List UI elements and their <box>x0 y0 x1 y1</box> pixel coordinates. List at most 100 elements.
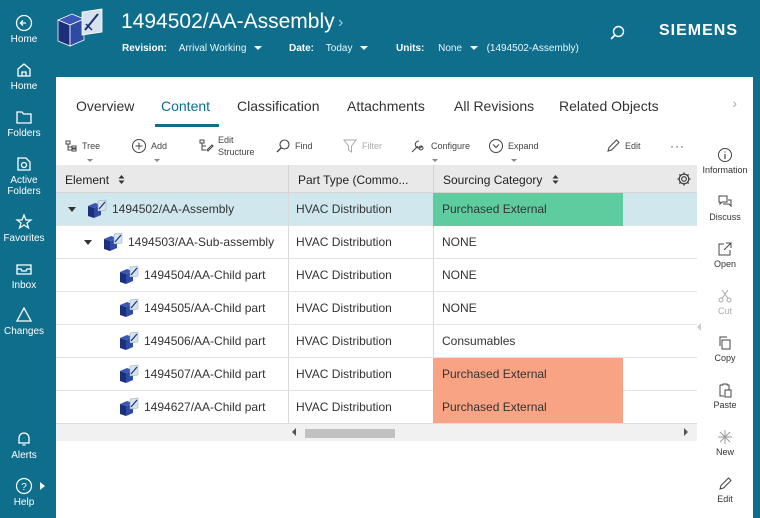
find-button[interactable]: Find <box>275 129 313 163</box>
nav-label: Home <box>10 34 38 45</box>
element-cell[interactable]: 1494505/AA-Child part <box>144 292 284 325</box>
part-type-cell[interactable]: HVAC Distribution <box>296 325 431 358</box>
nav-folders[interactable]: Folders <box>0 108 48 139</box>
right-rail: Information Discuss Open Cut Copy Paste … <box>697 129 753 518</box>
nav-label: Folders <box>7 128 41 139</box>
scroll-left-icon[interactable] <box>292 428 296 436</box>
edit-structure-icon <box>199 139 214 152</box>
rail-label: Copy <box>714 353 736 363</box>
table-row[interactable]: 1494627/AA-Child part HVAC Distribution Pu… <box>56 391 697 424</box>
sort-icon[interactable] <box>552 174 559 185</box>
scrollbar-thumb[interactable] <box>305 429 395 438</box>
rail-open[interactable]: Open <box>697 241 753 269</box>
column-header-element[interactable]: Element <box>56 165 288 193</box>
nav-inbox[interactable]: Inbox <box>0 260 48 291</box>
sourcing-category-cell[interactable]: NONE <box>433 292 623 325</box>
table-row[interactable]: 1494505/AA-Child part HVAC Distribution NO… <box>56 292 697 325</box>
part-type-cell[interactable]: HVAC Distribution <box>296 193 431 226</box>
units-selector[interactable]: Units: None (1494502-Assembly) <box>396 43 579 54</box>
column-title: Part Type (Commo... <box>298 173 409 187</box>
tab-overview[interactable]: Overview <box>76 98 134 114</box>
rail-edit[interactable]: Edit <box>697 476 753 504</box>
element-cell[interactable]: 1494627/AA-Child part <box>144 391 284 424</box>
rail-collapse-icon[interactable] <box>697 323 701 331</box>
sourcing-category-cell[interactable]: Consumables <box>433 325 623 358</box>
date-label: Date: <box>289 43 315 54</box>
rail-discuss[interactable]: Discuss <box>697 194 753 222</box>
nav-expand-arrow[interactable] <box>40 482 45 490</box>
tab-classification[interactable]: Classification <box>237 98 319 114</box>
open-icon <box>718 242 732 256</box>
table-row[interactable]: 1494507/AA-Child part HVAC Distribution Pu… <box>56 358 697 391</box>
page-title: 1494502/AA-Assembly <box>121 10 335 33</box>
edit-structure-button[interactable]: Edit Structure <box>198 129 255 163</box>
expand-button[interactable]: Expand <box>488 129 539 163</box>
element-cell[interactable]: 1494506/AA-Child part <box>144 325 284 358</box>
tab-attachments[interactable]: Attachments <box>347 98 425 114</box>
rail-information[interactable]: Information <box>697 147 753 175</box>
filter-button[interactable]: Filter <box>342 129 382 163</box>
nav-home[interactable]: Home <box>0 61 48 92</box>
nav-label: Favorites <box>3 233 45 244</box>
column-header-sourcing-category[interactable]: Sourcing Category <box>433 165 697 193</box>
part-icon <box>118 330 140 355</box>
part-type-cell[interactable]: HVAC Distribution <box>296 391 431 424</box>
collapse-toggle-icon[interactable] <box>84 240 92 245</box>
help-icon: ? <box>15 477 33 495</box>
configure-button[interactable]: Configure <box>409 129 470 163</box>
nav-home-circle[interactable]: Home <box>0 14 48 45</box>
part-type-cell[interactable]: HVAC Distribution <box>296 259 431 292</box>
horizontal-scrollbar[interactable] <box>56 423 697 441</box>
find-icon <box>276 139 290 153</box>
tab-content[interactable]: Content <box>161 98 210 114</box>
part-icon <box>118 297 140 322</box>
column-header-part-type[interactable]: Part Type (Commo... <box>288 165 433 193</box>
nav-active-folders[interactable]: Active Folders <box>0 155 48 197</box>
sourcing-category-cell[interactable]: Purchased External <box>433 358 623 391</box>
search-button[interactable] <box>608 24 626 47</box>
gear-icon[interactable] <box>676 171 692 187</box>
nav-changes[interactable]: Changes <box>0 306 48 337</box>
part-type-cell[interactable]: HVAC Distribution <box>296 358 431 391</box>
element-cell[interactable]: 1494502/AA-Assembly <box>112 193 284 226</box>
tab-related-objects[interactable]: Related Objects <box>559 98 659 114</box>
part-icon <box>118 396 140 421</box>
toolbar: Tree Add Edit Structure Find Filter Confi… <box>56 129 697 163</box>
sourcing-category-cell[interactable]: Purchased External <box>433 193 623 226</box>
table-row[interactable]: 1494504/AA-Child part HVAC Distribution NO… <box>56 259 697 292</box>
sourcing-category-cell[interactable]: NONE <box>433 259 623 292</box>
collapse-toggle-icon[interactable] <box>68 207 76 212</box>
revision-selector[interactable]: Revision: Arrival Working <box>122 43 263 54</box>
configure-icon <box>411 140 424 153</box>
part-type-cell[interactable]: HVAC Distribution <box>296 226 431 259</box>
part-type-cell[interactable]: HVAC Distribution <box>296 292 431 325</box>
nav-label: Inbox <box>11 280 37 291</box>
table-row[interactable]: 1494503/AA-Sub-assembly HVAC Distribution… <box>56 226 697 259</box>
chevron-right-icon[interactable]: › <box>732 95 737 111</box>
sort-icon[interactable] <box>118 174 125 185</box>
nav-favorites[interactable]: Favorites <box>0 213 48 244</box>
scroll-right-icon[interactable] <box>684 428 688 436</box>
add-button[interactable]: Add <box>131 129 167 163</box>
element-cell[interactable]: 1494507/AA-Child part <box>144 358 284 391</box>
nav-alerts[interactable]: Alerts <box>0 430 48 461</box>
element-cell[interactable]: 1494503/AA-Sub-assembly <box>128 226 284 259</box>
element-cell[interactable]: 1494504/AA-Child part <box>144 259 284 292</box>
sourcing-category-cell[interactable]: NONE <box>433 226 623 259</box>
sourcing-category-cell[interactable]: Purchased External <box>433 391 623 424</box>
rail-paste[interactable]: Paste <box>697 382 753 410</box>
rail-cut[interactable]: Cut <box>697 288 753 316</box>
rail-copy[interactable]: Copy <box>697 335 753 363</box>
table-row[interactable]: 1494506/AA-Child part HVAC Distribution Co… <box>56 325 697 358</box>
tree-button[interactable]: Tree <box>64 129 100 163</box>
title-chevron-icon[interactable]: › <box>338 14 343 32</box>
edit-button[interactable]: Edit <box>605 129 641 163</box>
table-row[interactable]: 1494502/AA-Assembly HVAC Distribution Purc… <box>56 193 697 226</box>
svg-text:?: ? <box>21 482 27 493</box>
nav-label: Alerts <box>11 450 37 461</box>
date-selector[interactable]: Date: Today <box>289 43 369 54</box>
rail-new[interactable]: New <box>697 429 753 457</box>
more-button[interactable]: ··· <box>670 129 685 163</box>
scissors-icon <box>718 289 732 303</box>
tab-all-revisions[interactable]: All Revisions <box>454 98 534 114</box>
